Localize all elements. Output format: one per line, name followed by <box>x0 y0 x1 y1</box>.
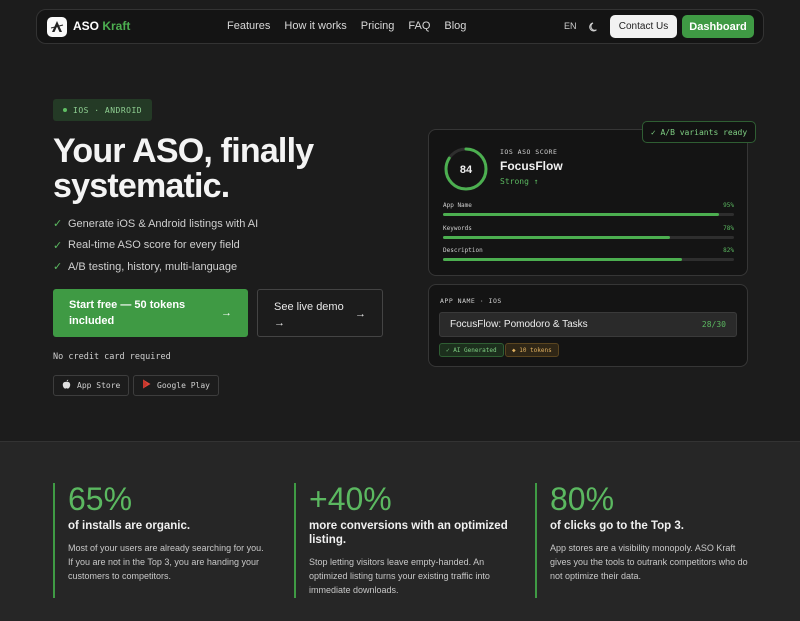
logo-prefix: ASO <box>73 19 103 33</box>
char-count: 28/30 <box>701 320 726 329</box>
dashboard-button[interactable]: Dashboard <box>682 15 754 38</box>
badge-label: IOS · ANDROID <box>73 105 143 115</box>
stat-description: App stores are a visibility monopoly. AS… <box>550 543 748 581</box>
live-demo-label: See live demo → <box>274 301 344 329</box>
metric-label: Keywords <box>443 225 472 232</box>
app-name-value: FocusFlow: Pomodoro & Tasks <box>450 319 588 330</box>
check-label: Real-time ASO score for every field <box>68 239 240 252</box>
google-play-label: Google Play <box>157 381 210 390</box>
app-store-button[interactable]: App Store <box>53 375 130 396</box>
stat-headline: of installs are organic. <box>68 520 191 532</box>
stat-value: +40% <box>309 481 392 517</box>
progress-fill <box>443 213 720 216</box>
arrow-right-icon: → <box>221 307 232 319</box>
google-play-button[interactable]: Google Play <box>133 375 219 396</box>
progress-track <box>443 258 734 261</box>
metric-label: App Name <box>443 202 472 209</box>
stat-description: Stop letting visitors leave empty-handed… <box>309 557 490 595</box>
metric-percent: 95% <box>723 202 734 209</box>
metric-keywords: Keywords 78% <box>443 225 734 239</box>
apple-icon <box>62 379 71 392</box>
metric-app-name: App Name 95% <box>443 202 734 216</box>
tokens-tag: ◆ 10 tokens <box>505 343 559 357</box>
stat-value: 65% <box>68 481 133 517</box>
score-value: 84 <box>460 164 473 176</box>
check-label: Generate iOS & Android listings with AI <box>68 217 259 230</box>
check-item: ✓ Real-time ASO score for every field <box>53 235 258 257</box>
start-free-button[interactable]: Start free — 50 tokens included → <box>53 289 248 337</box>
ai-generated-tag: ✓ AI Generated <box>439 343 504 357</box>
moon-icon[interactable] <box>588 20 600 32</box>
arrow-right-icon: → <box>355 308 366 320</box>
live-demo-button[interactable]: See live demo → → <box>257 289 383 337</box>
check-icon: ✓ <box>53 261 63 274</box>
logo-icon[interactable] <box>47 17 67 37</box>
metric-percent: 82% <box>723 247 734 254</box>
feature-checklist: ✓ Generate iOS & Android listings with A… <box>53 213 258 278</box>
check-label: A/B testing, history, multi-language <box>68 260 238 273</box>
hero-title: Your ASO, finally systematic. <box>53 132 314 205</box>
contact-us-button[interactable]: Contact Us <box>610 15 677 38</box>
google-play-icon <box>142 379 151 392</box>
stat-top3-clicks: 80% of clicks go to the Top 3. App store… <box>535 483 750 598</box>
score-label: IOS ASO SCORE <box>500 148 558 156</box>
metric-label: Description <box>443 247 483 254</box>
stat-headline: of clicks go to the Top 3. <box>550 520 684 532</box>
metric-description: Description 82% <box>443 247 734 261</box>
stat-headline: more conversions with an optimized listi… <box>309 520 508 546</box>
language-switch[interactable]: EN <box>564 21 577 31</box>
app-name-card: APP NAME · IOS FocusFlow: Pomodoro & Tas… <box>428 284 748 367</box>
score-rating: Strong ↑ <box>500 177 539 186</box>
ab-variants-badge: ✓ A/B variants ready <box>642 121 756 143</box>
app-store-label: App Store <box>77 381 121 390</box>
start-free-label: Start free — 50 tokens included <box>69 299 186 327</box>
check-icon: ✓ <box>53 239 63 252</box>
nav-link-blog[interactable]: Blog <box>444 20 466 32</box>
check-icon: ✓ <box>53 218 63 231</box>
app-name: FocusFlow <box>500 159 563 173</box>
badge-dot-icon <box>63 108 67 112</box>
app-name-field[interactable]: FocusFlow: Pomodoro & Tasks 28/30 <box>439 312 737 337</box>
app-name-card-label: APP NAME · IOS <box>440 297 502 305</box>
stat-value: 80% <box>550 481 615 517</box>
progress-fill <box>443 258 682 261</box>
progress-track <box>443 236 734 239</box>
nav-link-faq[interactable]: FAQ <box>408 20 430 32</box>
logo-text[interactable]: ASO Kraft <box>73 19 130 33</box>
nav-links: Features How it works Pricing FAQ Blog <box>227 20 480 32</box>
no-credit-card-note: No credit card required <box>53 352 171 362</box>
check-item: ✓ Generate iOS & Android listings with A… <box>53 213 258 235</box>
platform-badge: IOS · ANDROID <box>53 99 153 121</box>
check-item: ✓ A/B testing, history, multi-language <box>53 256 258 278</box>
nav-link-how-it-works[interactable]: How it works <box>284 20 346 32</box>
logo-accent: Kraft <box>102 19 131 33</box>
stat-description: Most of your users are already searching… <box>68 543 264 581</box>
progress-track <box>443 213 734 216</box>
stat-conversions: +40% more conversions with an optimized … <box>294 483 509 598</box>
metric-percent: 78% <box>723 225 734 232</box>
aso-score-card: 84 IOS ASO SCORE FocusFlow Strong ↑ App … <box>428 129 748 276</box>
score-ring: 84 <box>444 147 488 191</box>
stat-organic: 65% of installs are organic. Most of you… <box>53 483 268 598</box>
nav-link-features[interactable]: Features <box>227 20 270 32</box>
nav-link-pricing[interactable]: Pricing <box>361 20 395 32</box>
progress-fill <box>443 236 670 239</box>
top-nav: ASO Kraft Features How it works Pricing … <box>36 9 764 44</box>
